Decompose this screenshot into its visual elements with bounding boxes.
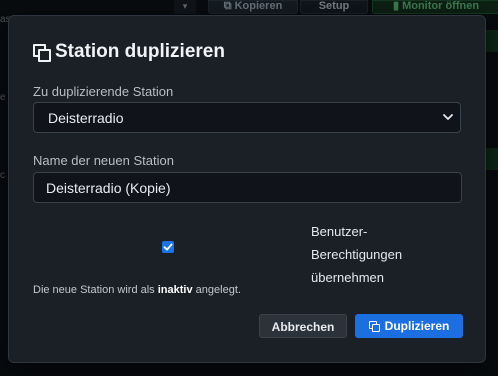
new-station-name-value: Deisterradio (Kopie) <box>46 179 171 196</box>
new-station-name-input[interactable]: Deisterradio (Kopie) <box>33 172 462 203</box>
copy-permissions-label[interactable]: Benutzer-Berechtigungen übernehmen <box>311 220 431 289</box>
duplicate-icon <box>33 44 51 62</box>
duplicate-icon <box>368 320 380 332</box>
source-station-label: Zu duplizierende Station <box>33 84 174 99</box>
note-prefix: Die neue Station wird als <box>33 284 155 296</box>
checkmark-icon <box>163 243 173 251</box>
new-name-label: Name der neuen Station <box>33 153 174 168</box>
dialog-title-text: Station duplizieren <box>55 41 225 62</box>
note-bold: inaktiv <box>157 284 193 296</box>
chevron-down-icon <box>443 114 453 120</box>
dialog-title: Station duplizieren <box>33 41 225 63</box>
duplicate-station-dialog: Station duplizieren Zu duplizierende Sta… <box>8 15 486 363</box>
source-station-value: Deisterradio <box>48 109 124 126</box>
inactive-note: Die neue Station wird als inaktiv angele… <box>33 284 241 296</box>
note-suffix: angelegt. <box>195 284 241 296</box>
duplicate-button-label: Duplizieren <box>384 319 450 333</box>
duplicate-button[interactable]: Duplizieren <box>355 314 463 338</box>
source-station-select[interactable]: Deisterradio <box>33 102 461 133</box>
cancel-button[interactable]: Abbrechen <box>259 314 347 338</box>
copy-permissions-checkbox[interactable] <box>162 241 174 253</box>
